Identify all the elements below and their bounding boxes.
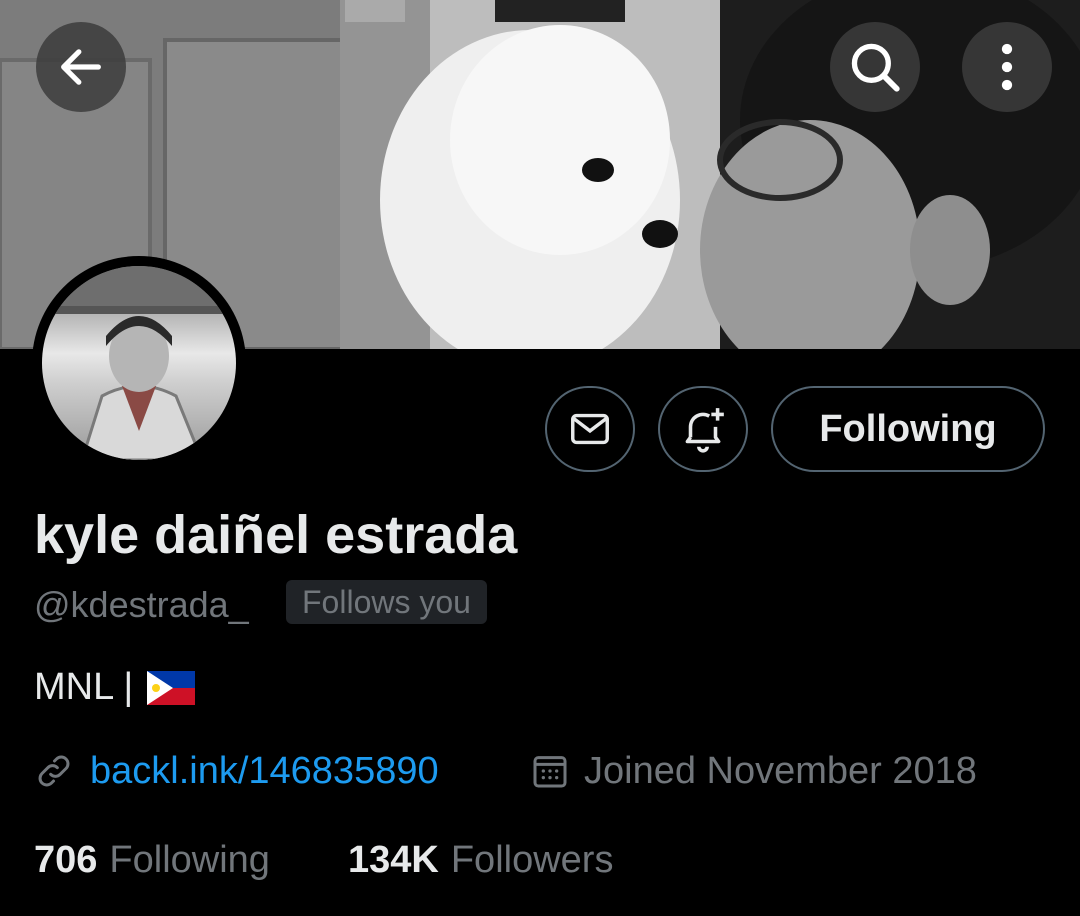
profile-bio: MNL | [34, 666, 196, 709]
following-label: Following [109, 838, 270, 881]
profile-name: kyle daiñel estrada [34, 505, 518, 565]
back-button[interactable] [36, 22, 126, 112]
joined-date: Joined November 2018 [584, 749, 977, 792]
mail-icon [571, 413, 609, 445]
profile-link[interactable]: backl.ink/146835890 [90, 750, 439, 793]
joined-date-row: Joined November 2018 [530, 748, 977, 794]
link-icon [38, 755, 70, 787]
followers-label: Followers [450, 838, 614, 881]
bio-text: MNL | [34, 666, 134, 708]
notifications-button[interactable] [658, 386, 748, 472]
following-stat[interactable]: 706 Following [34, 836, 270, 884]
profile-avatar[interactable] [32, 256, 246, 470]
follows-you-badge: Follows you [286, 580, 487, 624]
search-button[interactable] [830, 22, 920, 112]
profile-handle: @kdestrada_ [34, 584, 249, 625]
more-vertical-icon [1001, 43, 1013, 91]
message-button[interactable] [545, 386, 635, 472]
followers-count: 134K [348, 838, 439, 881]
avatar-photo [42, 266, 236, 460]
calendar-icon [533, 756, 567, 788]
followers-stat[interactable]: 134K Followers [348, 836, 613, 884]
following-button[interactable]: Following [771, 386, 1045, 472]
philippines-flag-icon [147, 670, 196, 705]
following-button-label: Following [819, 407, 997, 450]
following-count: 706 [34, 838, 98, 881]
more-button[interactable] [962, 22, 1052, 112]
search-icon [851, 43, 900, 92]
bell-plus-icon [685, 408, 724, 453]
profile-link-row[interactable]: backl.ink/146835890 [34, 748, 439, 794]
arrow-left-icon [61, 49, 101, 85]
